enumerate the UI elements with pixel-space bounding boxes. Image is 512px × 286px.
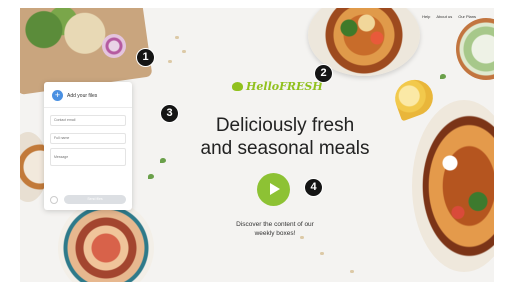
salad-plate-image [58,200,154,282]
callout-badge-1: 1 [136,48,155,67]
salad-bowl-image [456,18,494,80]
headline-line-1: Deliciously fresh [215,115,355,136]
contact-email-input[interactable] [50,114,126,126]
herb-decoration [440,74,446,79]
nav-item-help[interactable]: Help [422,14,430,19]
hero-headline: Deliciously fresh and seasonal meals [170,114,400,160]
send-files-button[interactable]: Send files [64,195,126,204]
fries-bowl-image [412,100,494,272]
full-name-input[interactable] [50,132,126,144]
crumb-decoration [350,270,354,273]
callout-badge-2: 2 [314,64,333,83]
circle-icon[interactable] [50,195,58,204]
herb-decoration [160,158,166,163]
hellofresh-logo[interactable]: HelloFRESH [232,80,323,93]
callout-badge-4: 4 [304,178,323,197]
logo-text: HelloFRESH [246,80,323,93]
discover-caption: Discover the content of our weekly boxes… [220,220,330,238]
add-files-label: Add your files [67,92,98,99]
caption-line-2: weekly boxes! [254,230,296,237]
message-input[interactable] [50,148,126,166]
add-files-header[interactable]: + Add your files [44,82,132,108]
hellofresh-landing-page: Help About us Our Plans + Add your files… [20,8,494,282]
play-button[interactable] [257,173,290,206]
card-footer: Send files [50,195,126,204]
crumb-decoration [182,50,186,53]
nav-item-our-plans[interactable]: Our Plans [458,14,476,19]
crumb-decoration [175,36,179,39]
headline-line-2: and seasonal meals [200,138,370,159]
herb-decoration [148,174,154,179]
caption-line-1: Discover the content of our [236,221,314,228]
upload-card: + Add your files Send files [44,82,132,210]
crumb-decoration [168,60,172,63]
onion-image [102,34,126,58]
leaf-logo-icon [232,82,243,91]
crumb-decoration [320,252,324,255]
callout-badge-3: 3 [160,104,179,123]
top-navigation: Help About us Our Plans [422,14,476,19]
plus-icon[interactable]: + [52,90,63,101]
nav-item-about-us[interactable]: About us [436,14,452,19]
